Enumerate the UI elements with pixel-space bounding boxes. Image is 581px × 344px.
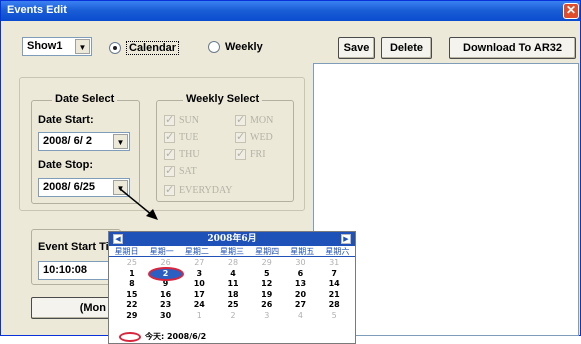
calendar-month-title: 2008年6月 [207, 234, 257, 244]
calendar-grid: 25 26 27 28 29 30 31 1 2 3 4 5 6 7 8 9 10 11 12 13 14 15 16 17 1… [115, 258, 351, 321]
calendar-today-row[interactable]: 今天: 2008/6/2 [119, 331, 206, 342]
calendar-day[interactable]: 19 [250, 290, 284, 301]
calendar-day[interactable]: 2 [216, 311, 250, 322]
calendar-day[interactable]: 24 [182, 300, 216, 311]
calendar-day[interactable]: 11 [216, 279, 250, 290]
calendar-day[interactable]: 2 [149, 269, 183, 280]
calendar-weekday-label: 星期五 [290, 247, 315, 256]
calendar-weekday-label: 星期日 [114, 247, 139, 256]
calendar-day[interactable]: 29 [115, 311, 149, 322]
calendar-day[interactable]: 27 [284, 300, 318, 311]
calendar-week-row: 25 26 27 28 29 30 31 [115, 258, 351, 269]
calendar-day[interactable]: 25 [216, 300, 250, 311]
calendar-day[interactable]: 4 [216, 269, 250, 280]
calendar-header: 2008年6月 [109, 232, 355, 246]
calendar-weekday-label: 星期一 [149, 247, 174, 256]
today-marker-icon [119, 331, 141, 342]
calendar-day[interactable]: 4 [284, 311, 318, 322]
calendar-day[interactable]: 30 [284, 258, 318, 269]
calendar-weekday-label: 星期三 [219, 247, 244, 256]
calendar-day[interactable]: 20 [284, 290, 318, 301]
calendar-day[interactable]: 16 [149, 290, 183, 301]
calendar-day[interactable]: 26 [250, 300, 284, 311]
next-month-icon[interactable]: ▶ [341, 234, 351, 244]
calendar-day[interactable]: 17 [182, 290, 216, 301]
prev-month-icon[interactable]: ◀ [113, 234, 123, 244]
calendar-day[interactable]: 28 [317, 300, 351, 311]
calendar-weekday-label: 星期四 [255, 247, 280, 256]
calendar-day[interactable]: 30 [149, 311, 183, 322]
calendar-weekday-label: 星期二 [184, 247, 209, 256]
calendar-day[interactable]: 7 [317, 269, 351, 280]
calendar-weekday-row: 星期日 星期一 星期二 星期三 星期四 星期五 星期六 [109, 247, 355, 257]
calendar-day[interactable]: 28 [216, 258, 250, 269]
calendar-week-row: 8 9 10 11 12 13 14 [115, 279, 351, 290]
calendar-today-text: 今天: 2008/6/2 [145, 332, 207, 341]
calendar-day[interactable]: 23 [149, 300, 183, 311]
calendar-selected-day-label: 2 [162, 268, 169, 278]
calendar-day[interactable]: 8 [115, 279, 149, 290]
calendar-day[interactable]: 5 [317, 311, 351, 322]
calendar-day[interactable]: 25 [115, 258, 149, 269]
calendar-week-row: 29 30 1 2 3 4 5 [115, 311, 351, 322]
calendar-day[interactable]: 5 [250, 269, 284, 280]
calendar-popup[interactable]: 2008年6月 ◀ ▶ 星期日 星期一 星期二 星期三 星期四 星期五 星期六 25 26 27… [108, 231, 356, 344]
calendar-day[interactable]: 18 [216, 290, 250, 301]
calendar-day[interactable]: 31 [317, 258, 351, 269]
calendar-weekday-label: 星期六 [325, 247, 350, 256]
calendar-day[interactable]: 27 [182, 258, 216, 269]
calendar-week-row: 1 2 34567 [115, 269, 351, 280]
calendar-day[interactable]: 10 [182, 279, 216, 290]
calendar-day[interactable]: 3 [182, 269, 216, 280]
calendar-week-row: 15 16 17 18 19 20 21 [115, 290, 351, 301]
calendar-day[interactable]: 6 [284, 269, 318, 280]
calendar-day[interactable]: 1 [115, 269, 149, 280]
calendar-week-row: 22 23 24 25 26 27 28 [115, 300, 351, 311]
calendar-day[interactable]: 12 [250, 279, 284, 290]
calendar-day[interactable]: 3 [250, 311, 284, 322]
calendar-day[interactable]: 21 [317, 290, 351, 301]
calendar-day[interactable]: 1 [182, 311, 216, 322]
calendar-day[interactable]: 14 [317, 279, 351, 290]
calendar-day[interactable]: 22 [115, 300, 149, 311]
calendar-day[interactable]: 13 [284, 279, 318, 290]
calendar-day[interactable]: 29 [250, 258, 284, 269]
calendar-day[interactable]: 15 [115, 290, 149, 301]
